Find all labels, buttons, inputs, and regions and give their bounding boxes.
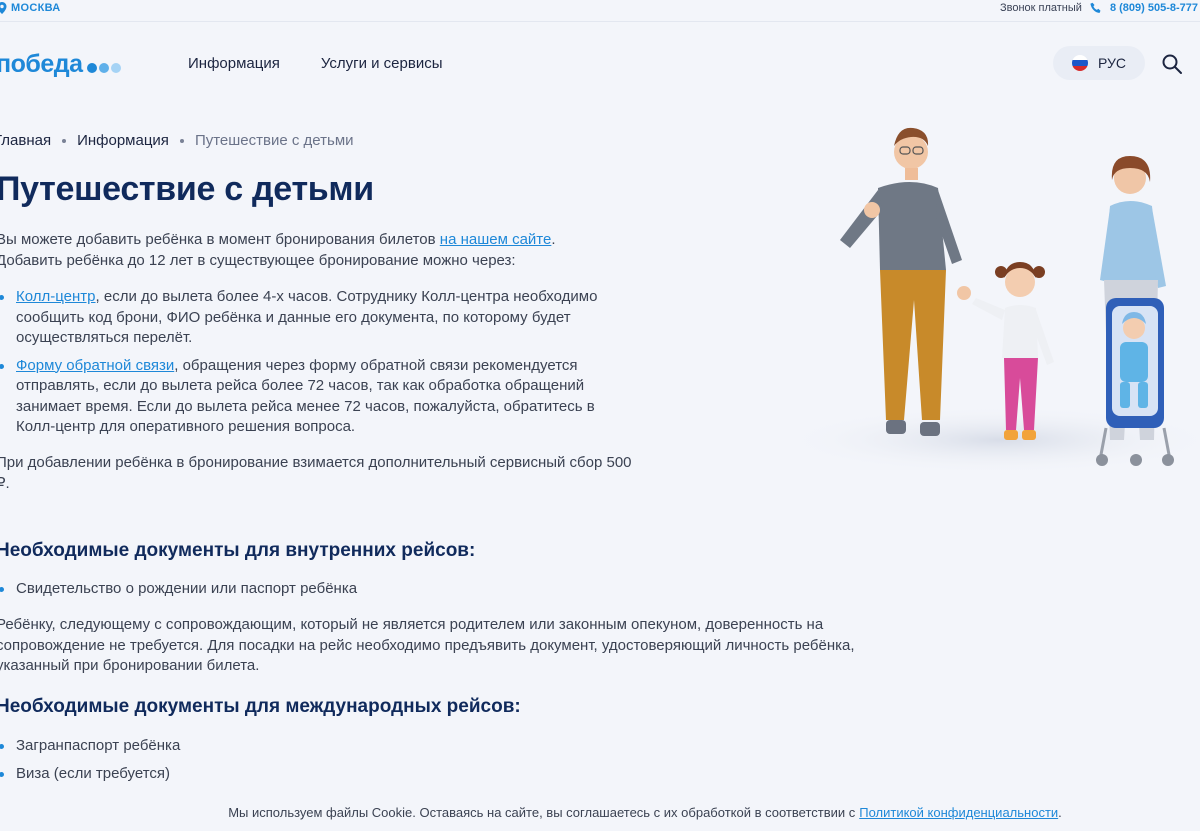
phone-icon xyxy=(1090,2,1101,13)
man-figure xyxy=(840,127,971,436)
add-child-options-list: Колл-центр, если до вылета более 4-х час… xyxy=(0,287,636,445)
list-item: Виза (если требуется) xyxy=(0,764,636,785)
search-icon[interactable] xyxy=(1161,53,1183,75)
logo-text: победа xyxy=(0,50,83,78)
international-docs-heading: Необходимые документы для международных … xyxy=(0,696,521,717)
page-title: Путешествие с детьми xyxy=(0,170,374,208)
nav-item-services[interactable]: Услуги и сервисы xyxy=(321,55,443,72)
nav-item-information[interactable]: Информация xyxy=(188,55,280,72)
intro-paragraph: Вы можете добавить ребёнка в момент брон… xyxy=(0,230,586,271)
list-item: Форму обратной связи, обращения через фо… xyxy=(0,356,636,438)
list-item: Колл-центр, если до вылета более 4-х час… xyxy=(0,287,636,349)
cookie-text: Мы используем файлы Cookie. Оставаясь на… xyxy=(228,805,856,820)
logo-dots-icon xyxy=(86,62,121,73)
header: победа Информация Услуги и сервисы РУС xyxy=(0,22,1200,106)
phone-block: Звонок платный 8 (809) 505-8-777 xyxy=(1000,2,1198,14)
breadcrumb-separator xyxy=(179,138,184,143)
breadcrumb-separator xyxy=(62,138,67,143)
domestic-note: Ребёнку, следующему с сопровождающим, ко… xyxy=(0,616,855,674)
location-pin-icon xyxy=(0,2,7,14)
top-bar: МОСКВА Звонок платный 8 (809) 505-8-777 xyxy=(0,0,1200,22)
main-nav: Информация Услуги и сервисы xyxy=(188,55,443,72)
cookie-banner: Мы используем файлы Cookie. Оставаясь на… xyxy=(0,794,1200,831)
cookie-text-end: . xyxy=(1058,805,1062,820)
breadcrumb-information[interactable]: Информация xyxy=(77,132,169,149)
logo[interactable]: победа xyxy=(0,50,121,79)
fee-note: При добавлении ребёнка в бронирование вз… xyxy=(0,454,632,492)
family-illustration xyxy=(780,127,1200,474)
intro-text: Вы можете добавить ребёнка в момент брон… xyxy=(0,231,440,248)
breadcrumb-current: Путешествие с детьми xyxy=(194,132,354,149)
option-text: , если до вылета более 4-х часов. Сотруд… xyxy=(16,288,598,346)
feedback-form-link[interactable]: Форму обратной связи xyxy=(16,357,174,374)
domestic-docs-list: Свидетельство о рождении или паспорт реб… xyxy=(0,579,636,607)
list-item: Загранпаспорт ребёнка xyxy=(0,736,636,757)
language-label: РУС xyxy=(1097,55,1127,71)
city-selector[interactable]: МОСКВА xyxy=(0,2,61,14)
call-center-link[interactable]: Колл-центр xyxy=(16,288,96,305)
phone-number[interactable]: 8 (809) 505-8-777 xyxy=(1110,2,1198,14)
international-docs-list: Загранпаспорт ребёнка Виза (если требует… xyxy=(0,736,636,791)
privacy-policy-link[interactable]: Политикой конфиденциальности xyxy=(859,805,1058,820)
list-item: Свидетельство о рождении или паспорт реб… xyxy=(0,579,636,600)
breadcrumb: Главная Информация Путешествие с детьми xyxy=(0,132,354,149)
city-label: МОСКВА xyxy=(11,2,61,14)
language-switcher[interactable]: РУС xyxy=(1053,46,1145,80)
domestic-docs-heading: Необходимые документы для внутренних рей… xyxy=(0,540,476,561)
phone-note: Звонок платный xyxy=(999,2,1082,14)
russia-flag-icon xyxy=(1071,55,1088,71)
breadcrumb-home[interactable]: Главная xyxy=(0,132,51,149)
booking-site-link[interactable]: на нашем сайте xyxy=(440,231,552,248)
